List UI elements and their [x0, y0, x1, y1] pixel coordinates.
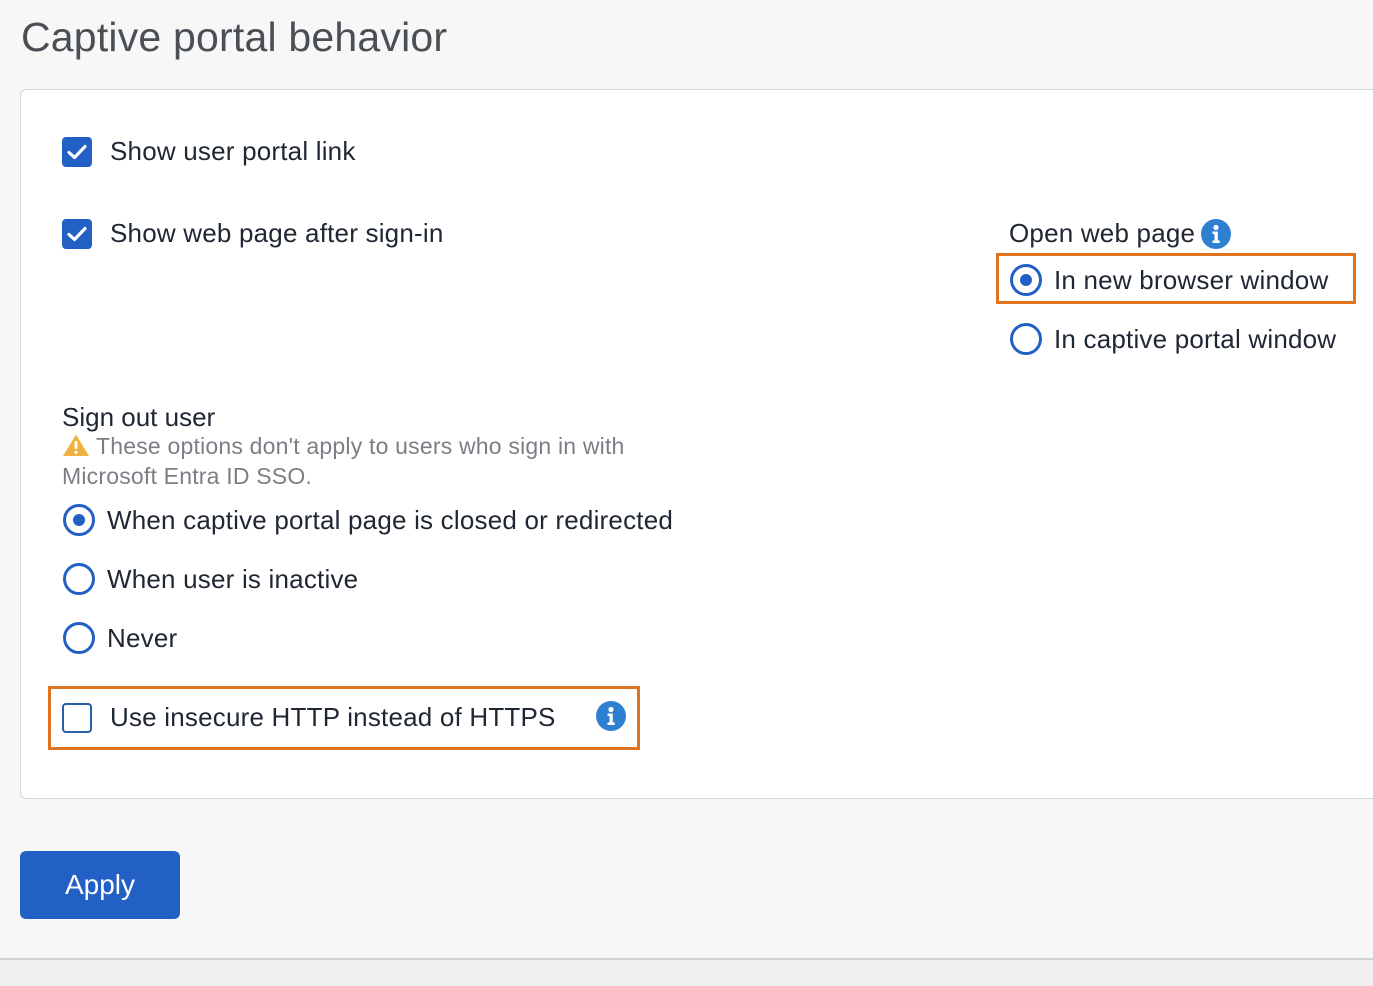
use-insecure-http-label: Use insecure HTTP instead of HTTPS: [110, 702, 556, 732]
show-user-portal-link-label: Show user portal link: [110, 136, 356, 166]
show-web-page-option[interactable]: Show web page after sign-in: [62, 218, 444, 249]
radio-new-browser-window[interactable]: In new browser window: [1010, 264, 1328, 296]
open-web-page-heading: Open web page: [1009, 218, 1232, 249]
sign-out-user-title: Sign out user: [62, 402, 216, 432]
checkmark-icon: [67, 144, 87, 159]
radio-captive-portal-window-label: In captive portal window: [1054, 323, 1337, 354]
radio-signout-inactive-control[interactable]: [63, 563, 95, 595]
footer-divider: [0, 958, 1373, 986]
info-icon[interactable]: [596, 701, 626, 731]
radio-signout-closed-control[interactable]: [63, 504, 95, 536]
radio-signout-closed[interactable]: When captive portal page is closed or re…: [63, 504, 673, 536]
sign-out-warning: These options don't apply to users who s…: [62, 433, 662, 490]
radio-new-browser-window-label: In new browser window: [1054, 264, 1329, 295]
radio-signout-inactive-label: When user is inactive: [107, 563, 359, 594]
radio-captive-portal-window[interactable]: In captive portal window: [1010, 323, 1336, 355]
warning-triangle-icon: [62, 433, 90, 463]
radio-signout-never-label: Never: [107, 622, 178, 653]
show-user-portal-link-checkbox[interactable]: [62, 136, 92, 167]
info-icon[interactable]: [1201, 218, 1232, 249]
radio-signout-never[interactable]: Never: [63, 622, 177, 654]
radio-signout-closed-label: When captive portal page is closed or re…: [107, 504, 674, 535]
open-web-page-title: Open web page: [1009, 218, 1196, 248]
show-user-portal-link-option[interactable]: Show user portal link: [62, 136, 356, 167]
page-title: Captive portal behavior: [21, 14, 448, 60]
radio-signout-never-control[interactable]: [63, 622, 95, 654]
checkmark-icon: [67, 226, 87, 241]
sign-out-warning-text: These options don't apply to users who s…: [62, 433, 625, 489]
use-insecure-http-checkbox[interactable]: [62, 702, 92, 733]
radio-captive-portal-window-control[interactable]: [1010, 323, 1042, 355]
apply-button[interactable]: Apply: [20, 851, 180, 919]
show-web-page-checkbox[interactable]: [62, 218, 92, 249]
radio-signout-inactive[interactable]: When user is inactive: [63, 563, 358, 595]
show-web-page-label: Show web page after sign-in: [110, 218, 444, 248]
radio-new-browser-window-control[interactable]: [1010, 264, 1042, 296]
use-insecure-http-option[interactable]: Use insecure HTTP instead of HTTPS: [62, 702, 556, 733]
